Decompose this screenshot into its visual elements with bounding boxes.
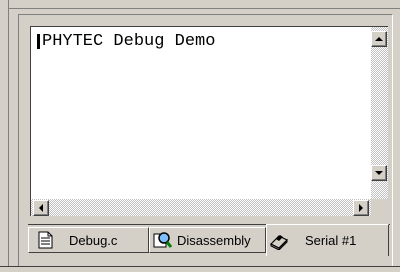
scrollbar-corner [371,199,388,216]
arrow-right-icon [359,204,363,212]
disassembly-magnifier-icon [153,232,173,248]
scroll-down-button[interactable] [371,165,387,181]
horizontal-scrollbar[interactable] [31,199,371,216]
arrow-left-icon [39,204,43,212]
arrow-down-icon [375,171,383,175]
tab-label: Serial #1 [305,233,357,248]
text-line: PHYTEC Debug Demo [37,32,215,51]
tab-label: Disassembly [177,232,251,248]
tab-debug-c[interactable]: Debug.c [28,227,149,253]
arrow-up-icon [375,37,383,41]
text-cursor [37,34,40,49]
serial-text-area[interactable]: PHYTEC Debug Demo [30,26,388,216]
left-frame-edge [0,0,9,271]
scroll-right-button[interactable] [353,200,369,216]
vertical-scrollbar[interactable] [371,27,388,199]
scroll-up-button[interactable] [371,31,387,47]
tab-disassembly[interactable]: Disassembly [149,227,266,253]
serial-output-text: PHYTEC Debug Demo [42,32,216,51]
tab-label: Debug.c [69,232,118,248]
bottom-edge [0,266,400,272]
scroll-left-button[interactable] [33,200,49,216]
serial-terminal-icon [269,234,289,250]
document-icon [38,231,53,249]
window-top-edge [0,0,400,9]
tab-serial-1[interactable]: Serial #1 [266,224,389,256]
